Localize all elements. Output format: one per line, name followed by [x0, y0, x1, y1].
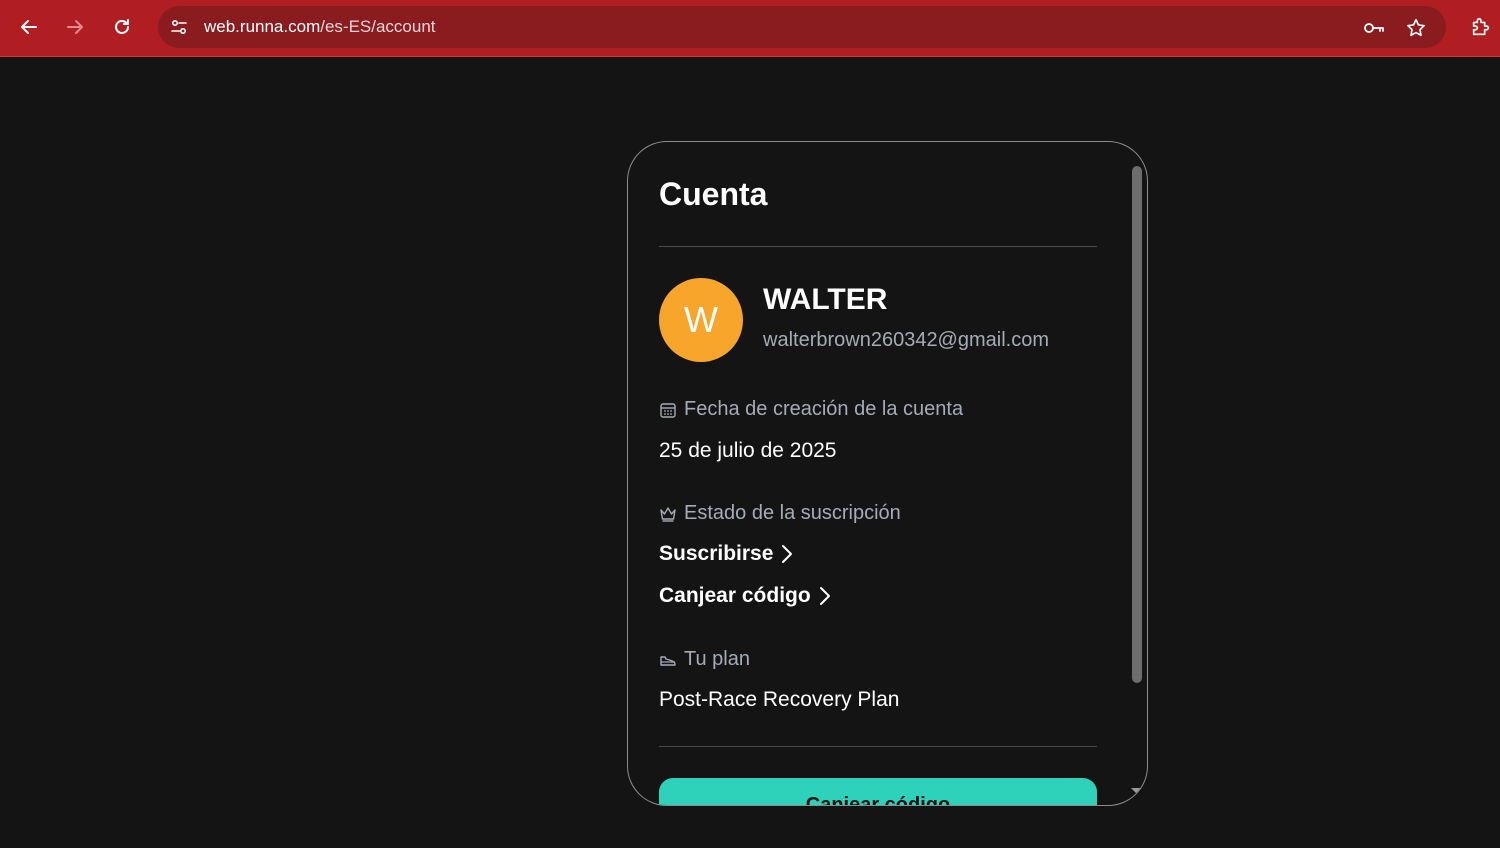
browser-toolbar: web.runna.com/es-ES/account: [0, 0, 1500, 57]
arrow-left-icon: [21, 20, 37, 34]
subscribe-link-label: Suscribirse: [659, 542, 774, 565]
arrow-right-icon: [67, 20, 83, 34]
divider: [659, 746, 1097, 747]
url-text[interactable]: web.runna.com/es-ES/account: [204, 17, 436, 37]
page-title: Cuenta: [659, 176, 768, 212]
creation-date-value: 25 de julio de 2025: [659, 439, 837, 462]
scroll-down-arrow[interactable]: [1131, 788, 1141, 793]
subscription-status-label: Estado de la suscripción: [659, 502, 901, 525]
calendar-icon: [660, 402, 676, 418]
divider: [659, 246, 1097, 247]
chevron-right-icon: [819, 587, 830, 605]
back-button[interactable]: [12, 10, 46, 44]
url-path: /es-ES/account: [320, 17, 436, 36]
shoe-icon: [660, 655, 676, 666]
reload-icon: [115, 19, 129, 34]
scrollbar-thumb[interactable]: [1132, 166, 1142, 683]
site-settings-icon[interactable]: [166, 14, 192, 40]
creation-date-label: Fecha de creación de la cuenta: [659, 398, 963, 421]
chevron-right-icon: [782, 545, 793, 563]
redeem-code-link-label: Canjear código: [659, 584, 811, 607]
plan-label: Tu plan: [659, 648, 750, 671]
redeem-code-link[interactable]: Canjear código: [659, 584, 831, 608]
plan-label-text: Tu plan: [684, 648, 750, 670]
subscribe-link[interactable]: Suscribirse: [659, 542, 793, 566]
user-name: WALTER: [763, 283, 888, 316]
bookmark-star-icon[interactable]: [1403, 15, 1429, 41]
creation-date-label-text: Fecha de creación de la cuenta: [684, 398, 964, 420]
subscription-status-label-text: Estado de la suscripción: [684, 502, 901, 524]
url-host: web.runna.com: [204, 17, 321, 36]
redeem-code-button[interactable]: Canjear código: [659, 778, 1097, 805]
avatar: W: [659, 278, 743, 362]
password-key-icon[interactable]: [1361, 15, 1387, 41]
user-email: walterbrown260342@gmail.com: [763, 329, 1049, 351]
plan-value: Post-Race Recovery Plan: [659, 688, 900, 711]
account-card: Cuenta W WALTER walterbrown260342@gmail.…: [627, 141, 1148, 806]
reload-button[interactable]: [105, 10, 139, 44]
forward-button[interactable]: [58, 10, 92, 44]
puzzle-icon: [1472, 17, 1490, 36]
extensions-button[interactable]: [1464, 10, 1498, 44]
address-bar[interactable]: web.runna.com/es-ES/account: [158, 6, 1446, 48]
crown-icon: [660, 506, 676, 522]
